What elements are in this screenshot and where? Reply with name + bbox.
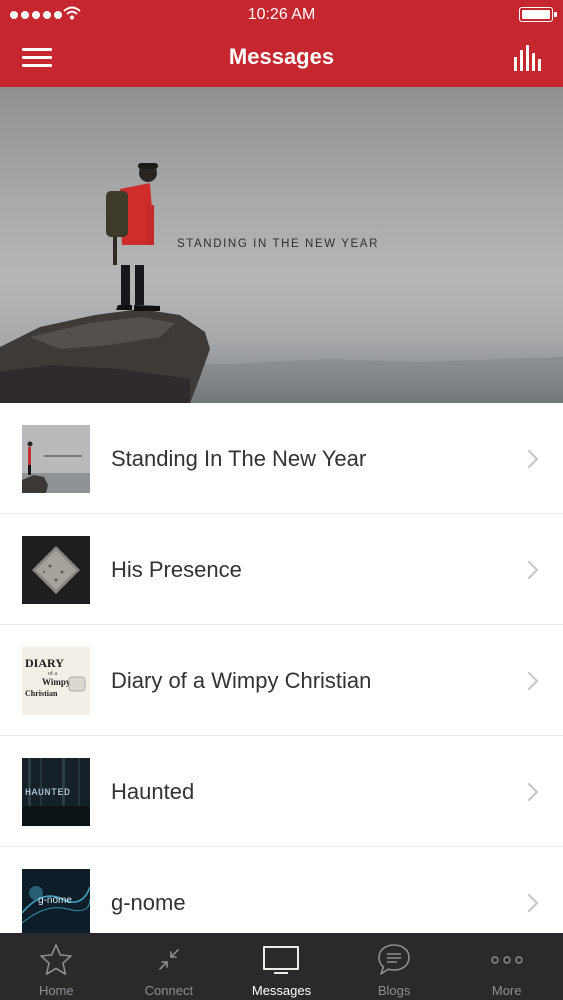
tab-bar: Home Connect Messages Blogs More — [0, 933, 563, 1000]
message-thumbnail — [22, 536, 90, 604]
hero-banner[interactable]: STANDING IN THE NEW YEAR — [0, 87, 563, 403]
tab-messages[interactable]: Messages — [225, 933, 338, 1000]
chevron-right-icon — [527, 671, 539, 691]
message-title: Standing In The New Year — [111, 446, 367, 471]
thumb-text-wimpy: Wimpy — [42, 677, 71, 687]
thumb-text-of-a: of a — [48, 670, 57, 677]
more-dots-icon — [490, 956, 523, 964]
tab-connect[interactable]: Connect — [113, 933, 226, 1000]
status-time: 10:26 AM — [247, 6, 316, 23]
thumb-text-haunted: HAUNTED — [25, 788, 71, 799]
list-item[interactable]: Standing In The New Year — [0, 403, 563, 514]
audio-bars-icon[interactable] — [513, 44, 541, 72]
tab-blogs[interactable]: Blogs — [338, 933, 451, 1000]
chat-bubble-icon — [378, 944, 410, 975]
thumb-text-g-nome: g-nome — [38, 895, 72, 906]
thumb-text-christian: Christian — [25, 689, 58, 698]
message-title: Haunted — [111, 779, 195, 804]
monitor-icon — [263, 946, 300, 974]
status-bar: 10:26 AM — [0, 0, 563, 30]
message-thumbnail: g-nome — [22, 869, 90, 933]
page-title: Messages — [228, 44, 335, 69]
nav-bar: Messages — [0, 30, 563, 87]
list-item[interactable]: His Presence — [0, 514, 563, 625]
message-title: Diary of a Wimpy Christian — [111, 668, 372, 693]
list-item[interactable]: g-nome g-nome — [0, 847, 563, 933]
hamburger-menu-icon[interactable] — [22, 46, 54, 70]
chevron-right-icon — [527, 560, 539, 580]
tab-label: Messages — [251, 983, 312, 998]
message-title: His Presence — [111, 557, 242, 582]
message-title: g-nome — [111, 890, 186, 915]
message-thumbnail — [22, 425, 90, 493]
message-thumbnail: DIARY of a Wimpy Christian — [22, 647, 90, 715]
hero-caption: STANDING IN THE NEW YEAR — [177, 238, 379, 250]
thumb-text-diary: DIARY — [25, 656, 64, 670]
battery-icon — [519, 7, 557, 22]
chevron-right-icon — [527, 449, 539, 469]
message-thumbnail: HAUNTED — [22, 758, 90, 826]
list-item[interactable]: HAUNTED Haunted — [0, 736, 563, 847]
tab-home[interactable]: Home — [0, 933, 113, 1000]
collapse-arrows-icon — [159, 949, 179, 970]
tab-label: Home — [38, 983, 74, 998]
star-icon — [40, 944, 73, 975]
tab-more[interactable]: More — [450, 933, 563, 1000]
tab-label: Connect — [144, 983, 194, 998]
chevron-right-icon — [527, 782, 539, 802]
message-list: Standing In The New Year His Presence DI… — [0, 403, 563, 933]
list-item[interactable]: DIARY of a Wimpy Christian Diary of a Wi… — [0, 625, 563, 736]
chevron-right-icon — [527, 893, 539, 913]
tab-label: More — [491, 983, 522, 998]
tab-label: Blogs — [377, 983, 411, 998]
